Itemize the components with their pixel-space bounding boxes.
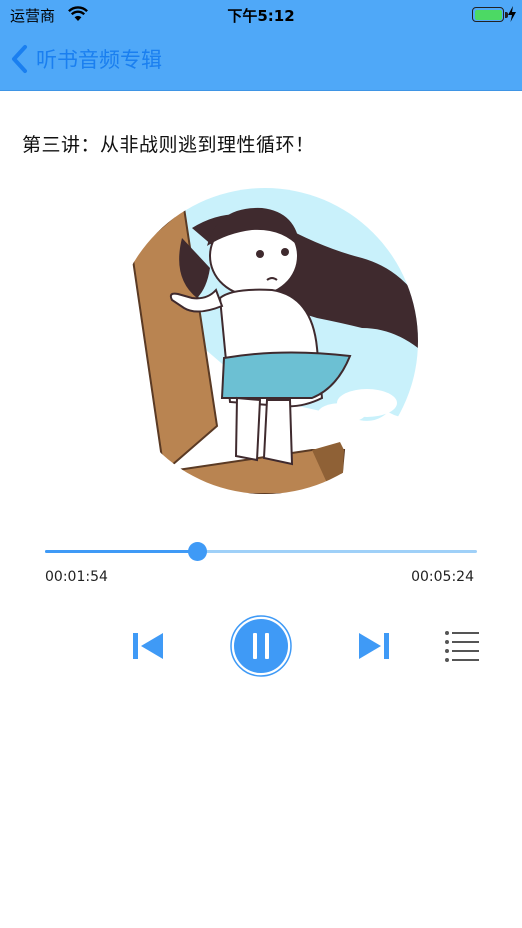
progress-fill (45, 550, 198, 553)
playlist-icon (445, 631, 479, 662)
nav-bar: 听书音频专辑 (0, 30, 522, 91)
back-button[interactable]: 听书音频专辑 (10, 30, 162, 88)
charging-icon (508, 6, 516, 22)
total-time: 00:05:24 (411, 569, 474, 585)
battery-icon (472, 7, 504, 22)
next-button[interactable] (357, 630, 391, 662)
skip-previous-icon (133, 633, 163, 659)
play-pause-button[interactable] (230, 615, 292, 677)
progress-slider[interactable] (45, 540, 477, 564)
progress-thumb[interactable] (188, 542, 208, 561)
elapsed-time: 00:01:54 (45, 569, 108, 585)
album-cover-image (112, 188, 418, 494)
track-title: 第三讲：从非战则逃到理性循环！ (22, 134, 315, 156)
skip-next-icon (359, 633, 389, 659)
pause-icon (230, 615, 292, 677)
playlist-button[interactable] (444, 630, 480, 662)
status-time: 下午5:12 (227, 7, 295, 25)
chevron-left-icon (12, 45, 27, 73)
status-bar: 运营商 下午5:12 (0, 0, 522, 30)
nav-title: 听书音频专辑 (36, 48, 162, 72)
previous-button[interactable] (131, 630, 165, 662)
